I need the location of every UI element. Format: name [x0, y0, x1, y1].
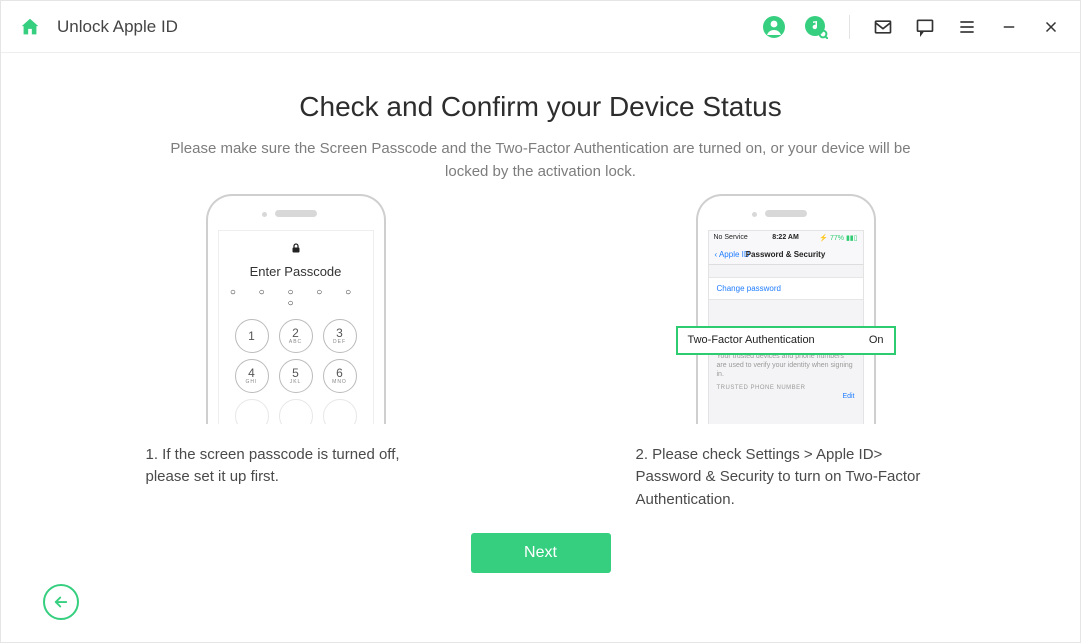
phone-camera-icon: [752, 212, 757, 217]
phone-status-bar: No Service 8:22 AM ⚡ 77% ▮▮▯: [709, 231, 863, 245]
keypad-key-1: 1: [235, 319, 269, 353]
minimize-icon: [1000, 18, 1018, 36]
lock-icon: [225, 241, 367, 258]
back-button[interactable]: [43, 584, 79, 620]
caption-twofactor: 2. Please check Settings > Apple ID> Pas…: [636, 444, 936, 512]
minimize-button[interactable]: [994, 12, 1024, 42]
media-search-button[interactable]: [801, 12, 831, 42]
home-icon: [19, 16, 41, 38]
keypad-key-5: 5JKL: [279, 359, 313, 393]
heading: Check and Confirm your Device Status: [61, 91, 1020, 123]
nav-title: Password & Security: [709, 250, 863, 259]
titlebar-divider: [849, 15, 850, 39]
passcode-dots: ○ ○ ○ ○ ○ ○: [225, 287, 367, 309]
mail-icon: [873, 17, 893, 37]
close-icon: [1042, 18, 1060, 36]
phone-passcode-illustration: Enter Passcode ○ ○ ○ ○ ○ ○ 1 2ABC 3DEF 4…: [206, 194, 386, 424]
account-button[interactable]: [759, 12, 789, 42]
passcode-screen: Enter Passcode ○ ○ ○ ○ ○ ○ 1 2ABC 3DEF 4…: [218, 230, 374, 424]
keypad-key-9: [323, 399, 357, 424]
two-factor-value: On: [869, 334, 884, 346]
subheading: Please make sure the Screen Passcode and…: [161, 137, 921, 184]
battery-label: 77%: [830, 235, 844, 242]
phone-camera-icon: [262, 212, 267, 217]
illustration-row: Enter Passcode ○ ○ ○ ○ ○ ○ 1 2ABC 3DEF 4…: [61, 194, 1020, 512]
col-passcode: Enter Passcode ○ ○ ○ ○ ○ ○ 1 2ABC 3DEF 4…: [146, 194, 446, 512]
edit-link: Edit: [842, 393, 854, 400]
content: Check and Confirm your Device Status Ple…: [1, 53, 1080, 642]
home-button[interactable]: [15, 12, 45, 42]
mail-button[interactable]: [868, 12, 898, 42]
trusted-header: TRUSTED PHONE NUMBER: [709, 381, 863, 393]
titlebar: Unlock Apple ID: [1, 1, 1080, 53]
keypad: 1 2ABC 3DEF 4GHI 5JKL 6MNO: [225, 319, 367, 424]
change-password-cell: Change password: [709, 277, 863, 300]
two-factor-highlight: Two-Factor Authentication On: [676, 326, 896, 355]
enter-passcode-label: Enter Passcode: [225, 264, 367, 279]
next-button[interactable]: Next: [471, 533, 611, 573]
menu-button[interactable]: [952, 12, 982, 42]
two-factor-label: Two-Factor Authentication: [688, 334, 815, 346]
keypad-key-8: [279, 399, 313, 424]
keypad-key-4: 4GHI: [235, 359, 269, 393]
feedback-button[interactable]: [910, 12, 940, 42]
chat-icon: [915, 17, 935, 37]
music-search-icon: [804, 15, 828, 39]
keypad-key-6: 6MNO: [323, 359, 357, 393]
user-circle-icon: [762, 15, 786, 39]
keypad-key-3: 3DEF: [323, 319, 357, 353]
phone-speaker-icon: [275, 210, 317, 217]
close-button[interactable]: [1036, 12, 1066, 42]
keypad-key-2: 2ABC: [279, 319, 313, 353]
keypad-key-7: [235, 399, 269, 424]
app-window: Unlock Apple ID Check and Confirm your D…: [0, 0, 1081, 643]
col-twofactor: No Service 8:22 AM ⚡ 77% ▮▮▯ ‹ Apple ID …: [636, 194, 936, 512]
settings-nav: ‹ Apple ID Password & Security: [709, 245, 863, 265]
phone-speaker-icon: [765, 210, 807, 217]
phone-settings-illustration: No Service 8:22 AM ⚡ 77% ▮▮▯ ‹ Apple ID …: [696, 194, 876, 424]
arrow-left-icon: [52, 593, 70, 611]
menu-icon: [957, 17, 977, 37]
caption-passcode: 1. If the screen passcode is turned off,…: [146, 444, 446, 489]
page-title: Unlock Apple ID: [57, 17, 178, 37]
